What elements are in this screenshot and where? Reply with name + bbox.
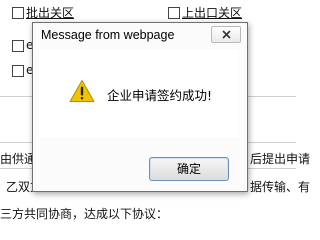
- checkbox[interactable]: [12, 40, 24, 52]
- bg-text-line: 后提出申请: [250, 152, 311, 166]
- bg-label: 批出关区: [26, 6, 75, 20]
- ok-button[interactable]: 确定: [149, 157, 229, 181]
- dialog-titlebar[interactable]: Message from webpage: [33, 23, 247, 47]
- warning-icon: [69, 80, 95, 102]
- dialog-message: 企业申请签约成功!: [107, 88, 213, 103]
- close-icon: [222, 30, 231, 39]
- close-button[interactable]: [211, 26, 241, 43]
- dialog-content: 企业申请签约成功!: [39, 49, 239, 137]
- checkbox[interactable]: [12, 65, 24, 77]
- bg-text-line: 据传输、有: [250, 180, 311, 194]
- message-dialog: Message from webpage 企业申请签约成功! 确定: [32, 22, 248, 192]
- bg-text-line: 三方共同协商，达成以下协议：: [0, 207, 169, 221]
- checkbox[interactable]: [12, 7, 24, 19]
- bg-label: 上出口关区: [182, 6, 243, 20]
- checkbox[interactable]: [168, 7, 180, 19]
- dialog-title: Message from webpage: [41, 28, 175, 42]
